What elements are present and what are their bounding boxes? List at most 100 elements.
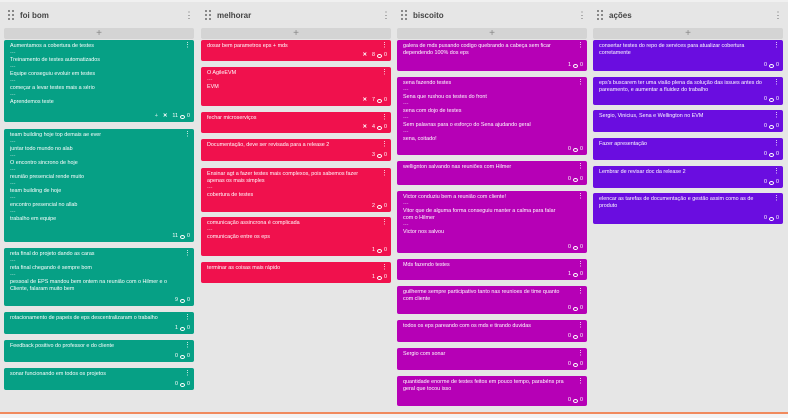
vote-count[interactable]: 0 (764, 179, 767, 186)
vote-count[interactable]: 11 (172, 113, 178, 120)
retro-card[interactable]: ⋮ elencar as tarefas de documentação e ge… (593, 193, 783, 224)
vote-count[interactable]: 0 (175, 353, 178, 360)
vote-count[interactable]: 0 (568, 146, 571, 153)
card-menu-icon[interactable]: ⋮ (577, 261, 584, 268)
vote-count[interactable]: 1 (175, 325, 178, 332)
comment-icon[interactable] (180, 298, 185, 303)
comment-icon[interactable] (573, 362, 578, 367)
retro-card[interactable]: ⋮ consertar testes do repo de services pa… (593, 40, 783, 71)
card-menu-icon[interactable]: ⋮ (577, 322, 584, 329)
retro-card[interactable]: ⋮ Lembrar de revisar doc da release 200 (593, 166, 783, 188)
vote-count[interactable]: 2 (372, 203, 375, 210)
card-menu-icon[interactable]: ⋮ (773, 79, 780, 86)
drag-handle-icon[interactable] (401, 10, 409, 20)
vote-count[interactable]: 1 (568, 271, 571, 278)
card-menu-icon[interactable]: ⋮ (184, 250, 191, 257)
retro-card[interactable]: ⋮ team building hoje top demais ae ever --… (4, 129, 194, 242)
card-menu-icon[interactable]: ⋮ (577, 79, 584, 86)
vote-count[interactable]: 1 (568, 62, 571, 69)
retro-card[interactable]: ⋮ sonar funcionando em todos os projetos 0… (4, 368, 194, 390)
comment-icon[interactable] (769, 180, 774, 185)
retro-card[interactable]: ⋮ Sergio com sonar 0 0 (397, 348, 587, 370)
card-menu-icon[interactable]: ⋮ (577, 193, 584, 200)
card-menu-icon[interactable]: ⋮ (381, 264, 388, 271)
add-card-button[interactable]: + (4, 28, 194, 39)
drag-handle-icon[interactable] (205, 10, 213, 20)
comment-icon[interactable] (573, 63, 578, 68)
vote-count[interactable]: 11 (172, 233, 178, 240)
retro-card[interactable]: ⋮ wellignton salvando nas reuniões com Hi… (397, 161, 587, 185)
column-menu-icon[interactable]: ⋮ (773, 10, 783, 20)
drag-handle-icon[interactable] (8, 10, 16, 20)
comment-icon[interactable] (769, 152, 774, 157)
vote-count[interactable]: 8 (372, 52, 375, 59)
column-menu-icon[interactable]: ⋮ (381, 10, 391, 20)
retro-card[interactable]: ⋮ Ensinar agt a fazer testes mais complex… (201, 168, 391, 212)
card-menu-icon[interactable]: ⋮ (577, 378, 584, 385)
comment-icon[interactable] (573, 147, 578, 152)
retro-card[interactable]: ⋮ Victor conduziu bem a reunião com clien… (397, 191, 587, 253)
comment-icon[interactable] (377, 153, 382, 158)
card-menu-icon[interactable]: ⋮ (773, 42, 780, 49)
comment-icon[interactable] (573, 177, 578, 182)
card-menu-icon[interactable]: ⋮ (577, 288, 584, 295)
retro-card[interactable]: ⋮ rotacionamento de papeis de eps descent… (4, 312, 194, 334)
retro-card[interactable]: ⋮ sena fazendo testes --- Sena que rushou o… (397, 77, 587, 155)
comment-icon[interactable] (180, 382, 185, 387)
card-menu-icon[interactable]: ⋮ (184, 314, 191, 321)
vote-count[interactable]: 1 (372, 247, 375, 254)
comment-icon[interactable] (180, 114, 185, 119)
add-vote-icon[interactable]: + (155, 113, 158, 120)
comment-icon[interactable] (377, 98, 382, 103)
retro-card[interactable]: ⋮ quantidade enorme de testes feitos em p… (397, 376, 587, 406)
card-menu-icon[interactable]: ⋮ (577, 42, 584, 49)
delete-icon[interactable]: ✕ (163, 113, 168, 120)
comment-icon[interactable] (573, 306, 578, 311)
vote-count[interactable]: 0 (764, 123, 767, 130)
comment-icon[interactable] (573, 398, 578, 403)
card-menu-icon[interactable]: ⋮ (381, 141, 388, 148)
comment-icon[interactable] (377, 204, 382, 209)
comment-icon[interactable] (769, 124, 774, 129)
comment-icon[interactable] (573, 272, 578, 277)
comment-icon[interactable] (573, 245, 578, 250)
card-menu-icon[interactable]: ⋮ (773, 140, 780, 147)
comment-icon[interactable] (377, 248, 382, 253)
retro-card[interactable]: ⋮ todos os eps pareando com os mds e tira… (397, 320, 587, 342)
comment-icon[interactable] (769, 97, 774, 102)
vote-count[interactable]: 0 (175, 381, 178, 388)
vote-count[interactable]: 0 (764, 62, 767, 69)
comment-icon[interactable] (180, 354, 185, 359)
card-menu-icon[interactable]: ⋮ (381, 170, 388, 177)
delete-icon[interactable]: ✕ (362, 97, 367, 104)
comment-icon[interactable] (180, 234, 185, 239)
vote-count[interactable]: 0 (568, 305, 571, 312)
card-menu-icon[interactable]: ⋮ (381, 42, 388, 49)
comment-icon[interactable] (377, 275, 382, 280)
vote-count[interactable]: 9 (175, 297, 178, 304)
card-menu-icon[interactable]: ⋮ (773, 168, 780, 175)
comment-icon[interactable] (769, 63, 774, 68)
comment-icon[interactable] (180, 326, 185, 331)
card-menu-icon[interactable]: ⋮ (577, 350, 584, 357)
retro-card[interactable]: ⋮ fechar microserviços ✕ 4 0 (201, 112, 391, 133)
retro-card[interactable]: ⋮ galera de mds puxando codigo quebrando … (397, 40, 587, 71)
vote-count[interactable]: 0 (764, 215, 767, 222)
card-menu-icon[interactable]: ⋮ (184, 131, 191, 138)
column-menu-icon[interactable]: ⋮ (184, 10, 194, 20)
card-menu-icon[interactable]: ⋮ (184, 342, 191, 349)
column-menu-icon[interactable]: ⋮ (577, 10, 587, 20)
retro-card[interactable]: ⋮ comunicação assincrona é complicada --- c… (201, 217, 391, 256)
card-menu-icon[interactable]: ⋮ (381, 219, 388, 226)
add-card-button[interactable]: + (201, 28, 391, 39)
retro-card[interactable]: ⋮ reta final do projeto dando as caras ---… (4, 248, 194, 306)
comment-icon[interactable] (769, 216, 774, 221)
add-card-button[interactable]: + (397, 28, 587, 39)
card-menu-icon[interactable]: ⋮ (773, 112, 780, 119)
vote-count[interactable]: 0 (764, 96, 767, 103)
retro-card[interactable]: ⋮ terminar as coisas mais rápido 1 0 (201, 262, 391, 283)
delete-icon[interactable]: ✕ (362, 52, 367, 59)
retro-card[interactable]: ⋮ Documentação, deve ser revisada para a … (201, 139, 391, 161)
vote-count[interactable]: 0 (568, 333, 571, 340)
comment-icon[interactable] (573, 334, 578, 339)
